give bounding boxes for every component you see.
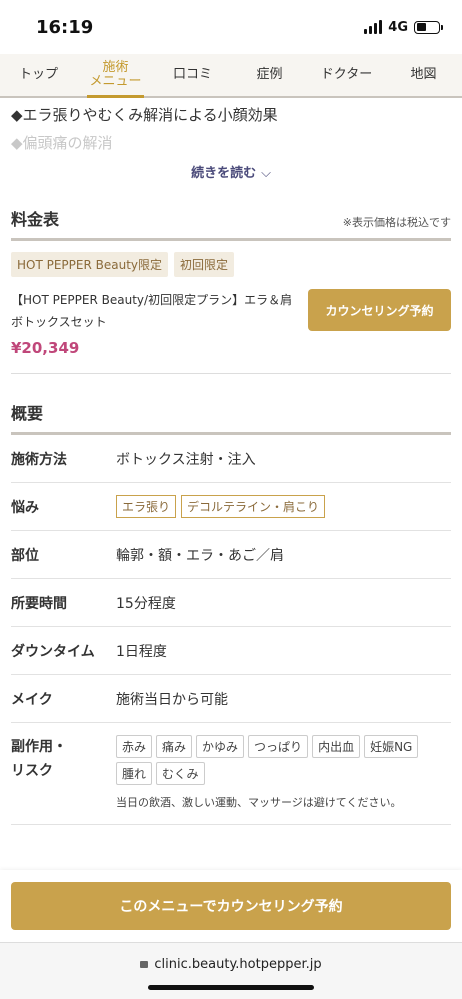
tab-cases[interactable]: 症例 (231, 54, 308, 96)
tag-first-time: 初回限定 (174, 252, 235, 277)
url-text: clinic.beauty.hotpepper.jp (154, 957, 322, 972)
overview-row-downtime: ダウンタイム 1日程度 (11, 627, 451, 675)
risk-tag: 痛み (156, 735, 193, 758)
tab-doctor[interactable]: ドクター (308, 54, 385, 96)
signal-icon (364, 20, 383, 34)
status-indicators: 4G (364, 19, 443, 35)
tab-top[interactable]: トップ (0, 54, 77, 96)
price-table-header: 料金表 ※表示価格は税込です (11, 206, 451, 241)
row-value: 1日程度 (116, 643, 167, 660)
read-more-label: 続きを読む (191, 166, 257, 181)
read-more-link[interactable]: 続きを読む ⌵ (11, 162, 451, 196)
overview-row-area: 部位 輪郭・額・エラ・あご／肩 (11, 531, 451, 579)
row-label: メイク (11, 691, 53, 708)
status-bar: 16:19 4G (0, 0, 462, 54)
concern-tag[interactable]: エラ張り (116, 495, 177, 518)
row-label: ダウンタイム (11, 643, 95, 660)
concern-tag[interactable]: デコルテライン・肩こり (181, 495, 326, 518)
status-time: 16:19 (36, 16, 94, 38)
overview-title: 概要 (11, 404, 44, 423)
tab-menu[interactable]: 施術 メニュー (77, 54, 154, 98)
row-value: 施術当日から可能 (116, 691, 228, 708)
row-value: 15分程度 (116, 595, 176, 612)
menu-counseling-reserve-button[interactable]: このメニューでカウンセリング予約 (11, 882, 451, 930)
home-indicator[interactable] (148, 985, 314, 990)
counseling-reserve-button[interactable]: カウンセリング予約 (308, 289, 451, 331)
risk-tag: 赤み (116, 735, 153, 758)
main-content: ◆エラ張りやむくみ解消による小顔効果 ◆偏頭痛の解消 続きを読む ⌵ 料金表 ※表… (0, 98, 462, 825)
risk-tag: 内出血 (312, 735, 361, 758)
risk-note: 当日の飲酒、激しい運動、マッサージは避けてください。 (116, 796, 402, 809)
risk-tag: むくみ (156, 762, 205, 785)
overview-row-risk: 副作用・ リスク 赤み 痛み かゆみ つっぱり 内出血 妊娠NG 腫れ むくみ … (11, 723, 451, 825)
battery-icon (414, 20, 443, 34)
tab-reviews[interactable]: 口コミ (154, 54, 231, 96)
chevron-down-icon: ⌵ (261, 166, 271, 181)
risk-tag: 妊娠NG (364, 735, 419, 758)
row-value: ボトックス注射・注入 (116, 451, 256, 468)
plan-tags: HOT PEPPER Beauty限定 初回限定 (11, 252, 451, 277)
plan-item: 【HOT PEPPER Beauty/初回限定プラン】エラ＆肩ボトックスセット … (11, 289, 451, 359)
sticky-cta-bar: このメニューでカウンセリング予約 (0, 870, 462, 942)
risk-tag: つっぱり (248, 735, 309, 758)
plan-name: 【HOT PEPPER Beauty/初回限定プラン】エラ＆肩ボトックスセット (11, 293, 293, 329)
network-type: 4G (388, 19, 408, 35)
row-label: 施術方法 (11, 451, 67, 468)
risk-tags: 赤み 痛み かゆみ つっぱり 内出血 妊娠NG 腫れ むくみ (116, 735, 451, 785)
overview-header: 概要 (11, 400, 451, 435)
tax-note: ※表示価格は税込です (342, 216, 451, 229)
tab-map[interactable]: 地図 (385, 54, 462, 96)
overview-row-time: 所要時間 15分程度 (11, 579, 451, 627)
intro-line-faded: ◆偏頭痛の解消 (11, 134, 113, 152)
overview-row-concern: 悩み エラ張り デコルテライン・肩こり (11, 483, 451, 531)
row-label: 悩み (11, 499, 39, 516)
tag-hotpepper-limited: HOT PEPPER Beauty限定 (11, 252, 169, 277)
risk-tag: 腫れ (116, 762, 153, 785)
price-table-title: 料金表 (11, 210, 60, 229)
divider (11, 373, 451, 374)
browser-url-bar[interactable]: clinic.beauty.hotpepper.jp (0, 942, 462, 999)
intro-line: ◆エラ張りやむくみ解消による小顔効果 (11, 106, 278, 124)
overview-row-method: 施術方法 ボトックス注射・注入 (11, 435, 451, 483)
clinic-tab-bar: トップ 施術 メニュー 口コミ 症例 ドクター 地図 (0, 54, 462, 98)
overview-row-makeup: メイク 施術当日から可能 (11, 675, 451, 723)
row-label: 副作用・ リスク (11, 739, 67, 779)
risk-tag: かゆみ (196, 735, 245, 758)
row-label: 所要時間 (11, 595, 67, 612)
lock-icon (140, 961, 149, 968)
row-label: 部位 (11, 547, 39, 564)
row-value: 輪郭・額・エラ・あご／肩 (116, 547, 284, 564)
plan-price: ¥20,349 (11, 339, 80, 357)
